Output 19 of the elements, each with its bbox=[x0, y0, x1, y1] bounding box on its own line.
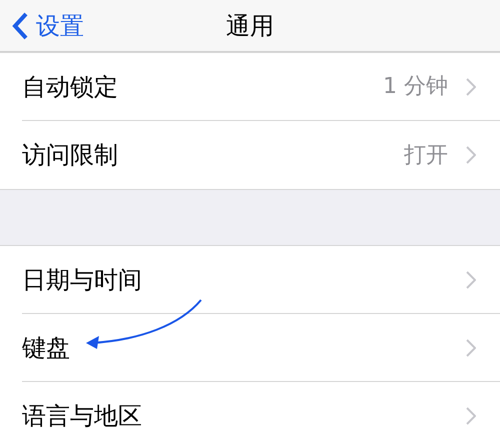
row-label: 日期与时间 bbox=[22, 264, 143, 296]
row-label: 语言与地区 bbox=[22, 401, 143, 432]
chevron-icon bbox=[466, 407, 476, 425]
chevron-icon bbox=[466, 338, 476, 356]
settings-row[interactable]: 日期与时间 bbox=[22, 246, 500, 314]
settings-row[interactable]: 自动锁定 1 分钟 bbox=[22, 53, 500, 121]
row-label: 键盘 bbox=[22, 332, 71, 364]
back-icon bbox=[12, 12, 28, 40]
chevron-icon bbox=[466, 78, 476, 96]
settings-row[interactable]: 语言与地区 bbox=[22, 382, 500, 447]
back-button[interactable]: 设置 bbox=[0, 8, 84, 44]
row-label: 自动锁定 bbox=[22, 72, 119, 102]
row-value: 1 分钟 bbox=[383, 73, 448, 101]
row-value: 打开 bbox=[404, 142, 448, 170]
chevron-icon bbox=[466, 146, 476, 164]
row-label: 访问限制 bbox=[22, 140, 119, 171]
settings-row[interactable]: 访问限制 打开 bbox=[22, 121, 500, 189]
window-title: 通用 bbox=[226, 10, 274, 42]
chevron-icon bbox=[466, 270, 476, 288]
